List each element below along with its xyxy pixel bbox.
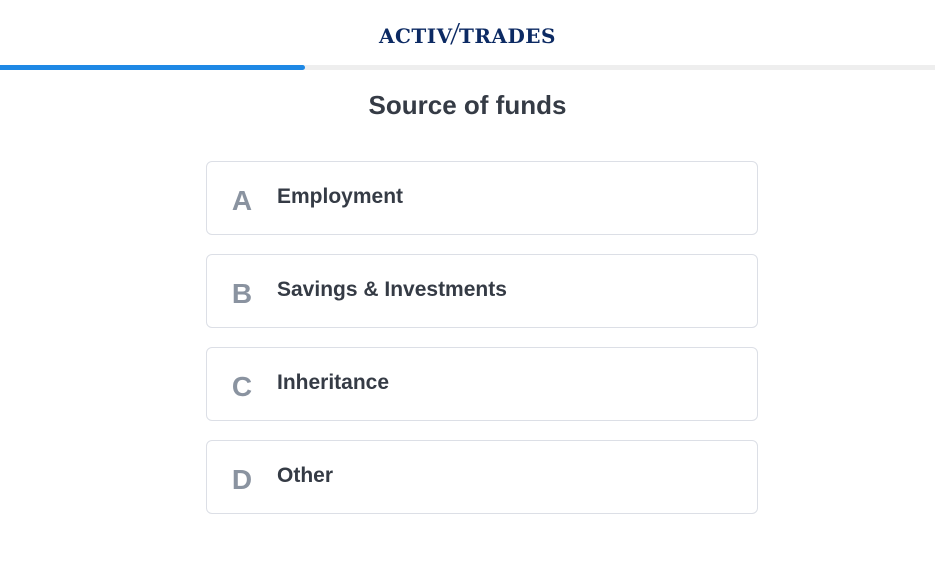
option-label: Employment [277,185,404,208]
option-inheritance[interactable]: C Inheritance [206,347,758,421]
option-label: Savings & Investments [277,278,507,301]
question-title: Source of funds [368,90,567,120]
option-key: C [231,371,253,402]
option-other[interactable]: D Other [206,440,758,514]
progress-bar [0,65,935,70]
option-key: D [231,464,253,495]
activtrades-logo: ACTIV/TRADES [378,17,556,48]
option-label: Other [277,464,334,487]
option-key: B [231,278,253,309]
header: ACTIV/TRADES [0,0,935,65]
option-key: A [231,185,253,216]
option-savings-investments[interactable]: B Savings & Investments [206,254,758,328]
progress-bar-fill [0,65,305,70]
logo-text-trades: TRADES [458,23,556,48]
logo-slash: / [451,16,459,49]
options-list: A Employment B Savings & Investments C I… [206,161,758,533]
option-label: Inheritance [277,371,390,394]
page: ACTIV/TRADES Source of funds A Employmen… [0,0,935,565]
logo-text-activ: ACTIV [378,23,453,48]
option-employment[interactable]: A Employment [206,161,758,235]
